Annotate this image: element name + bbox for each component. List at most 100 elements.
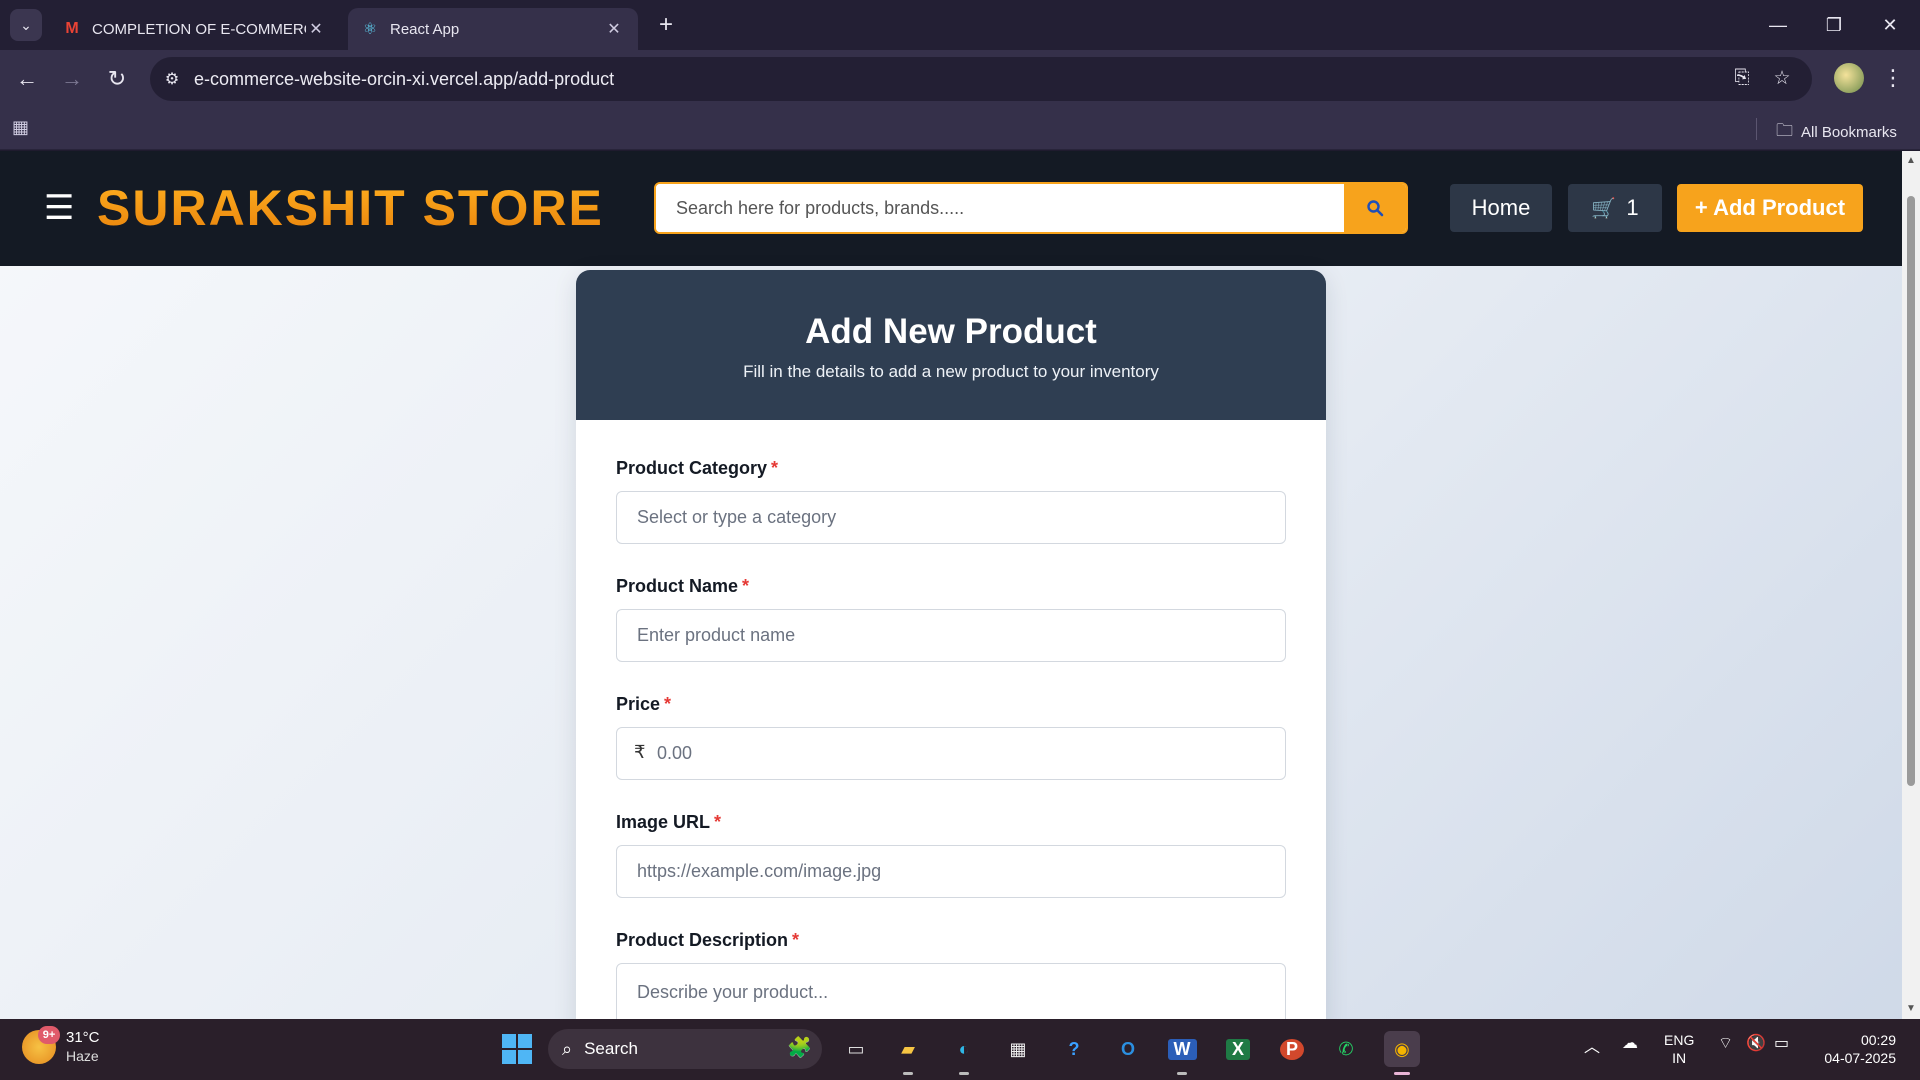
cart-button[interactable]: 🛒 1 [1568, 184, 1662, 232]
search-input[interactable] [656, 184, 1348, 232]
all-bookmarks-label: All Bookmarks [1801, 124, 1897, 141]
windows-logo-icon [502, 1034, 516, 1048]
rupee-icon: ₹ [634, 742, 646, 762]
tab-gmail[interactable]: M COMPLETION OF E-COMMERCE ✕ [50, 8, 340, 50]
language-indicator[interactable]: ENG IN [1664, 1031, 1694, 1067]
tab-search-button[interactable]: ⌄ [10, 9, 42, 41]
battery-icon[interactable]: ▭ [1774, 1033, 1789, 1053]
whatsapp-button[interactable]: ✆ [1328, 1031, 1364, 1067]
powerpoint-icon: P [1279, 1038, 1304, 1060]
clock-time: 00:29 [1860, 1032, 1896, 1048]
help-button[interactable]: ? [1056, 1031, 1092, 1067]
scrollbar-thumb[interactable] [1907, 196, 1915, 786]
label-text: Product Name [616, 576, 739, 596]
scroll-down-icon[interactable]: ▼ [1905, 1003, 1917, 1015]
edge-button[interactable]: ◐ [946, 1031, 982, 1075]
minimize-button[interactable]: — [1758, 10, 1798, 40]
image-url-input[interactable] [616, 845, 1286, 898]
required-marker: * [664, 694, 672, 714]
description-textarea[interactable] [616, 963, 1286, 1019]
price-input[interactable] [616, 727, 1286, 780]
bookmarks-divider [1756, 118, 1757, 140]
bookmark-star-icon[interactable]: ☆ [1770, 67, 1794, 91]
profile-avatar[interactable] [1834, 63, 1864, 93]
powerpoint-button[interactable]: P [1274, 1031, 1310, 1067]
weather-temperature: 31°C [66, 1029, 100, 1046]
close-window-button[interactable]: ✕ [1870, 10, 1910, 40]
reload-icon: ↻ [107, 66, 127, 91]
card-header: Add New Product Fill in the details to a… [576, 270, 1326, 420]
more-vertical-icon: ⋮ [1882, 65, 1904, 90]
apps-grid-icon[interactable]: ▦ [12, 117, 36, 141]
home-button[interactable]: Home [1450, 184, 1552, 232]
field-label: Image URL * [616, 812, 1286, 833]
required-marker: * [742, 576, 750, 596]
word-button[interactable]: W [1164, 1031, 1200, 1075]
region-code: IN [1672, 1050, 1687, 1066]
field-image-url: Image URL * [616, 812, 1286, 898]
install-app-icon[interactable]: ⎘ [1730, 67, 1754, 91]
show-hidden-icons-button[interactable]: ︿ [1584, 1033, 1600, 1057]
close-icon[interactable]: ✕ [604, 19, 624, 39]
tab-react-app[interactable]: ⚛ React App ✕ [348, 8, 638, 50]
hamburger-menu-icon[interactable]: ☰ [44, 191, 74, 225]
taskbar-search[interactable]: ⌕ Search 🧩 [548, 1029, 822, 1069]
address-bar[interactable]: ⚙ e-commerce-website-orcin-xi.vercel.app… [150, 57, 1812, 101]
new-tab-button[interactable]: + [652, 12, 680, 40]
field-label: Product Name * [616, 576, 1286, 597]
task-view-button[interactable]: ▭ [838, 1031, 874, 1067]
site-info-icon[interactable]: ⚙ [150, 69, 194, 89]
system-clock[interactable]: 00:29 04-07-2025 [1816, 1031, 1896, 1067]
weather-widget[interactable]: 9+ 31°C Haze [22, 1026, 100, 1065]
cart-icon: 🛒 [1591, 197, 1617, 220]
page-subtitle: Fill in the details to add a new product… [743, 362, 1159, 381]
excel-button[interactable]: X [1220, 1031, 1256, 1067]
page-title: Add New Product [805, 312, 1097, 351]
tab-title: COMPLETION OF E-COMMERCE [92, 20, 306, 38]
add-product-button[interactable]: + Add Product [1677, 184, 1863, 232]
reload-button[interactable]: ↻ [102, 64, 132, 94]
close-icon[interactable]: ✕ [306, 19, 326, 39]
onedrive-icon[interactable]: ☁ [1622, 1033, 1638, 1053]
required-marker: * [714, 812, 722, 832]
label-text: Image URL [616, 812, 711, 832]
scroll-up-icon[interactable]: ▲ [1905, 155, 1917, 167]
add-product-label: + Add Product [1694, 195, 1846, 220]
outlook-button[interactable]: O [1110, 1031, 1146, 1067]
field-label: Price * [616, 694, 1286, 715]
chrome-button[interactable]: ◉ [1384, 1031, 1420, 1075]
weather-haze-icon: 9+ [22, 1026, 60, 1064]
browser-menu-button[interactable]: ⋮ [1880, 63, 1906, 93]
file-explorer-button[interactable]: ▰ [890, 1031, 926, 1075]
field-product-category: Product Category * [616, 458, 1286, 544]
label-text: Product Category [616, 458, 768, 478]
back-button[interactable]: ← [12, 64, 42, 94]
forward-button[interactable]: → [57, 64, 87, 94]
running-indicator [903, 1072, 913, 1075]
label-text: Product Description [616, 930, 789, 950]
home-label: Home [1471, 195, 1531, 220]
store-logo[interactable]: SURAKSHIT STORE [97, 179, 604, 237]
search-button[interactable] [1344, 184, 1406, 232]
browser-tab-strip: ⌄ M COMPLETION OF E-COMMERCE ✕ ⚛ React A… [0, 0, 1920, 50]
start-button[interactable] [502, 1034, 532, 1064]
page-scrollbar[interactable]: ▲ ▼ [1902, 151, 1920, 1019]
clock-date: 04-07-2025 [1824, 1050, 1896, 1066]
url-text[interactable]: e-commerce-website-orcin-xi.vercel.app/a… [194, 69, 614, 90]
chevron-up-icon: ︿ [1584, 1039, 1601, 1056]
product-name-input[interactable] [616, 609, 1286, 662]
running-indicator [1394, 1072, 1410, 1075]
taskbar-search-label: Search [584, 1039, 638, 1058]
folder-icon: ▰ [901, 1038, 915, 1059]
required-marker: * [771, 458, 779, 478]
store-button[interactable]: ▦ [1000, 1031, 1036, 1067]
wifi-icon[interactable]: ⌔ [1718, 1033, 1733, 1053]
restore-button[interactable]: ❐ [1814, 10, 1854, 40]
language-code: ENG [1664, 1032, 1695, 1048]
running-indicator [959, 1072, 969, 1075]
outlook-icon: O [1120, 1038, 1135, 1059]
all-bookmarks-button[interactable]: 🗀 All Bookmarks [1776, 118, 1897, 147]
volume-muted-icon[interactable]: 🔇 [1746, 1033, 1766, 1053]
field-label: Product Category * [616, 458, 1286, 479]
category-input[interactable] [616, 491, 1286, 544]
